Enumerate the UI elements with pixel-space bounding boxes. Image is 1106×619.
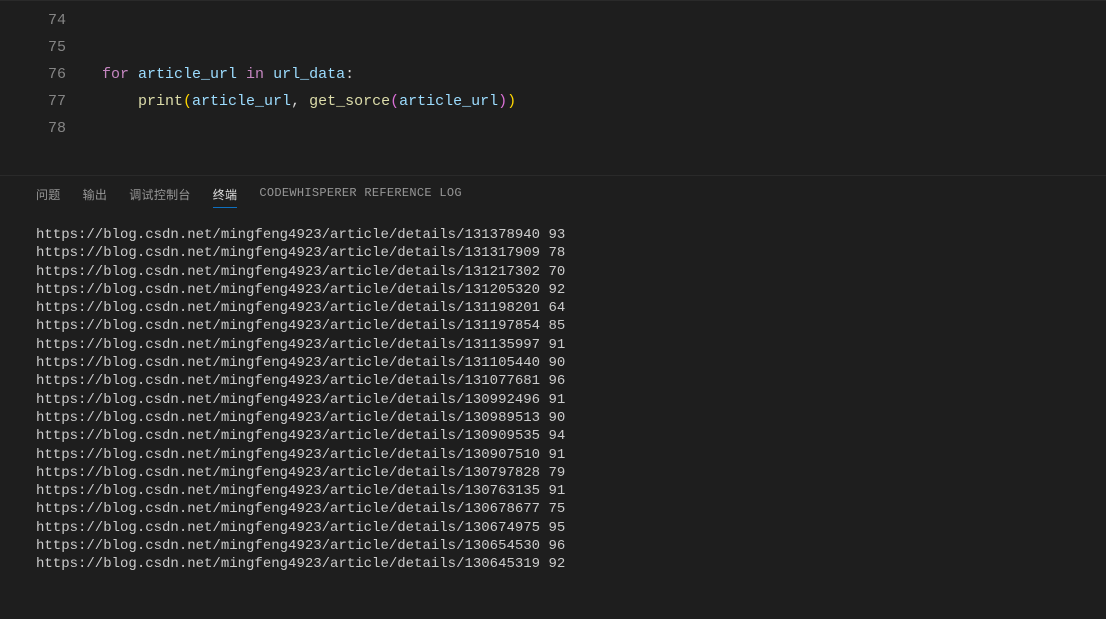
code-editor[interactable]: 7475767778 for article_url in url_data: … [0, 0, 1106, 175]
terminal-line: https://blog.csdn.net/mingfeng4923/artic… [36, 299, 1106, 317]
code-line[interactable] [102, 7, 1106, 34]
terminal-line: https://blog.csdn.net/mingfeng4923/artic… [36, 263, 1106, 281]
code-content[interactable]: for article_url in url_data: print(artic… [88, 1, 1106, 175]
line-number: 75 [0, 34, 66, 61]
terminal-line: https://blog.csdn.net/mingfeng4923/artic… [36, 372, 1106, 390]
line-number: 78 [0, 115, 66, 142]
terminal-line: https://blog.csdn.net/mingfeng4923/artic… [36, 409, 1106, 427]
terminal-line: https://blog.csdn.net/mingfeng4923/artic… [36, 427, 1106, 445]
terminal-line: https://blog.csdn.net/mingfeng4923/artic… [36, 519, 1106, 537]
terminal-line: https://blog.csdn.net/mingfeng4923/artic… [36, 482, 1106, 500]
terminal-line: https://blog.csdn.net/mingfeng4923/artic… [36, 317, 1106, 335]
vscode-window: 7475767778 for article_url in url_data: … [0, 0, 1106, 619]
terminal-line: https://blog.csdn.net/mingfeng4923/artic… [36, 244, 1106, 262]
terminal-line: https://blog.csdn.net/mingfeng4923/artic… [36, 446, 1106, 464]
line-number: 77 [0, 88, 66, 115]
line-number: 74 [0, 7, 66, 34]
terminal-line: https://blog.csdn.net/mingfeng4923/artic… [36, 336, 1106, 354]
terminal-line: https://blog.csdn.net/mingfeng4923/artic… [36, 281, 1106, 299]
terminal-line: https://blog.csdn.net/mingfeng4923/artic… [36, 555, 1106, 573]
line-number: 76 [0, 61, 66, 88]
code-line[interactable]: print(article_url, get_sorce(article_url… [102, 88, 1106, 115]
code-line[interactable] [102, 34, 1106, 61]
tab-problems[interactable]: 问题 [36, 186, 61, 208]
terminal-line: https://blog.csdn.net/mingfeng4923/artic… [36, 354, 1106, 372]
terminal-line: https://blog.csdn.net/mingfeng4923/artic… [36, 500, 1106, 518]
tab-terminal[interactable]: 终端 [213, 186, 238, 208]
panel-tabs: 问题 输出 调试控制台 终端 CODEWHISPERER REFERENCE L… [0, 176, 1106, 214]
terminal-output[interactable]: https://blog.csdn.net/mingfeng4923/artic… [0, 214, 1106, 619]
bottom-panel: 问题 输出 调试控制台 终端 CODEWHISPERER REFERENCE L… [0, 175, 1106, 619]
terminal-line: https://blog.csdn.net/mingfeng4923/artic… [36, 391, 1106, 409]
tab-codewhisperer[interactable]: CODEWHISPERER REFERENCE LOG [259, 186, 462, 208]
tab-output[interactable]: 输出 [83, 186, 108, 208]
code-line[interactable]: for article_url in url_data: [102, 61, 1106, 88]
terminal-line: https://blog.csdn.net/mingfeng4923/artic… [36, 226, 1106, 244]
tab-debug-console[interactable]: 调试控制台 [129, 186, 191, 208]
terminal-line: https://blog.csdn.net/mingfeng4923/artic… [36, 464, 1106, 482]
terminal-line: https://blog.csdn.net/mingfeng4923/artic… [36, 537, 1106, 555]
editor-minimap[interactable] [1088, 1, 1106, 176]
code-line[interactable] [102, 115, 1106, 142]
line-number-gutter: 7475767778 [0, 1, 88, 175]
